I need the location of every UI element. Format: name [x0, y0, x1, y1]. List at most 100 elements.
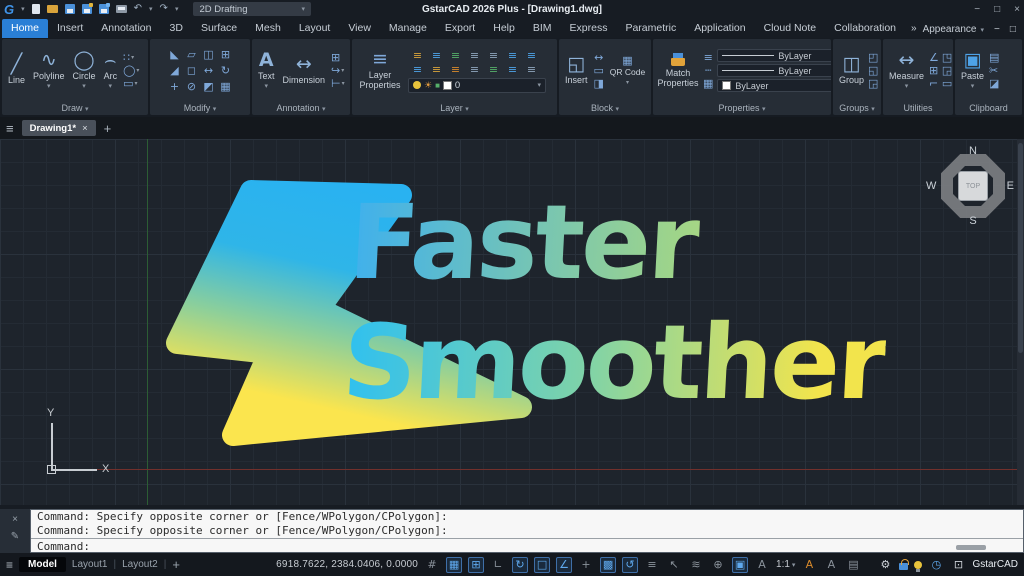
tab-insert[interactable]: Insert — [48, 19, 92, 38]
tab-drawing1[interactable]: Drawing1* × — [22, 120, 96, 136]
layer-select-dropdown[interactable]: ☀ ■ 0 ▾ — [408, 78, 546, 93]
redo-icon[interactable]: ↷ — [160, 4, 168, 14]
leader-button[interactable]: ↪▾ — [331, 65, 345, 76]
view-compass[interactable]: TOP N E S W — [934, 147, 1012, 225]
lineweight-list-icon[interactable]: ≡ — [704, 52, 713, 63]
array-button[interactable]: ⊞ — [221, 49, 230, 60]
snap-mode-toggle[interactable]: ⊞ — [468, 557, 484, 573]
paste-button[interactable]: ▣ Paste ▾ — [959, 51, 986, 91]
mirror-button[interactable]: ◫ — [203, 49, 213, 60]
new-drawing-tab-button[interactable]: + — [104, 121, 112, 136]
group-button[interactable]: ◫ Group — [837, 55, 866, 86]
doc-restore-button[interactable]: □ — [1010, 24, 1016, 35]
annotation-auto-scale-toggle[interactable]: A — [801, 557, 817, 573]
trim-button[interactable]: ↻ — [221, 65, 230, 76]
scale-button[interactable]: ⊘ — [187, 81, 196, 92]
line-button[interactable]: ╱ Line — [6, 55, 27, 86]
linetype-list-icon[interactable]: ┄ — [705, 65, 712, 76]
erase-button[interactable]: ◣ — [170, 49, 178, 60]
compass-south-label[interactable]: S — [969, 215, 976, 227]
command-scrollbar-thumb[interactable] — [956, 545, 986, 550]
tab-collaboration[interactable]: Collaboration — [825, 19, 905, 38]
undo-caret-icon[interactable]: ▾ — [149, 5, 153, 13]
panel-label-utilities[interactable]: Utilities — [883, 102, 953, 115]
lineweight-display-toggle[interactable]: ≡ — [644, 557, 660, 573]
layout2-tab[interactable]: Layout2 — [122, 559, 158, 570]
panel-label-modify[interactable]: Modify ▾ — [150, 102, 250, 115]
polar-tracking-toggle[interactable]: ↻ — [512, 557, 528, 573]
logo-caret-icon[interactable]: ▾ — [21, 5, 25, 13]
snap-tracking-toggle[interactable]: + — [578, 557, 594, 573]
restore-button[interactable]: □ — [994, 4, 1000, 15]
copy-base-button[interactable]: ◪ — [989, 78, 999, 89]
tab-mesh[interactable]: Mesh — [246, 19, 290, 38]
command-close-icon[interactable]: × — [12, 514, 18, 525]
dim-style-button[interactable]: ⊢▾ — [331, 78, 345, 89]
color-list-icon[interactable]: ▦ — [703, 78, 713, 89]
panel-label-clipboard[interactable]: Clipboard — [955, 102, 1022, 115]
tab-surface[interactable]: Surface — [192, 19, 246, 38]
tab-parametric[interactable]: Parametric — [616, 19, 685, 38]
compass-top-face[interactable]: TOP — [958, 171, 988, 201]
quick-calc-button[interactable]: ⊞ — [929, 65, 939, 76]
boundary-button[interactable]: ▭ — [942, 78, 952, 89]
group-manager-button[interactable]: ◲ — [868, 78, 878, 89]
layer-on-icon[interactable]: ≡ — [413, 50, 422, 61]
tab-view[interactable]: View — [339, 19, 380, 38]
insert-block-button[interactable]: ◱ Insert — [563, 55, 590, 86]
explode-button[interactable]: ▦ — [220, 81, 230, 92]
annotation-monitor-toggle[interactable]: A — [823, 557, 839, 573]
object-snap-toggle[interactable]: □ — [534, 557, 550, 573]
color-dropdown[interactable]: ByLayer ▾ — [717, 79, 831, 92]
doc-menu-icon[interactable]: ≡ — [6, 121, 14, 136]
grid-display-toggle[interactable]: ▦ — [446, 557, 462, 573]
save-as-icon[interactable] — [82, 4, 92, 14]
layer-off-icon[interactable]: ≡ — [432, 50, 441, 61]
arc-button[interactable]: ⌢ Arc ▾ — [102, 51, 120, 91]
undo-icon[interactable]: ↶ — [134, 4, 142, 14]
point-style-button[interactable]: ◳ — [942, 52, 952, 63]
drawing-tab-close-icon[interactable]: × — [82, 123, 88, 134]
panel-label-properties[interactable]: Properties ▾ — [653, 102, 831, 115]
panel-label-groups[interactable]: Groups ▾ — [833, 102, 881, 115]
group-edit-button[interactable]: ◱ — [868, 65, 878, 76]
panel-label-block[interactable]: Block ▾ — [559, 102, 651, 115]
layer-walk-icon[interactable]: ≡ — [508, 64, 517, 75]
workspace-dropdown[interactable]: 2D Drafting ▾ — [193, 2, 311, 16]
doc-minimize-button[interactable]: − — [994, 24, 1000, 35]
layer-unisolate-icon[interactable]: ≡ — [470, 50, 479, 61]
compass-west-label[interactable]: W — [926, 180, 936, 192]
tab-bim[interactable]: BIM — [524, 19, 561, 38]
panel-label-layer[interactable]: Layer ▾ — [352, 102, 557, 115]
tab-manage[interactable]: Manage — [380, 19, 436, 38]
plot-icon[interactable] — [116, 5, 127, 13]
app-logo[interactable]: G — [4, 3, 14, 16]
hardware-acceleration-toggle[interactable]: ▣ — [732, 557, 748, 573]
stretch-button[interactable]: ◩ — [203, 81, 213, 92]
match-properties-button[interactable]: Match Properties — [657, 53, 699, 89]
open-file-icon[interactable] — [47, 5, 58, 13]
panel-label-draw[interactable]: Draw ▾ — [2, 102, 148, 115]
new-file-icon[interactable] — [32, 4, 40, 14]
layer-lock-icon[interactable]: ≡ — [451, 64, 460, 75]
tab-express[interactable]: Express — [561, 19, 617, 38]
rectangle-tool-button[interactable]: ▭▾ — [123, 78, 139, 89]
ellipse-tool-button[interactable]: ◯▾ — [123, 65, 139, 76]
annotation-visibility-toggle[interactable]: A — [754, 557, 770, 573]
layer-prev-icon[interactable]: ≡ — [413, 64, 422, 75]
qr-code-icon[interactable]: ▦ — [622, 55, 632, 66]
save-all-icon[interactable] — [99, 4, 109, 14]
compass-north-label[interactable]: N — [969, 145, 977, 157]
offset-button[interactable]: ↔ — [204, 65, 213, 76]
command-window[interactable]: Command: Specify opposite corner or [Fen… — [30, 509, 1024, 553]
dynamic-ucs-toggle[interactable]: ↺ — [622, 557, 638, 573]
edit-block-button[interactable]: ◨ — [594, 78, 604, 89]
clean-screen-icon[interactable]: ◷ — [928, 557, 944, 573]
layer-match-icon[interactable]: ≡ — [527, 50, 536, 61]
move-button[interactable]: ◢ — [170, 65, 178, 76]
full-screen-icon[interactable]: ⊡ — [950, 557, 966, 573]
model-tab[interactable]: Model — [19, 557, 66, 572]
table-button[interactable]: ⊞ — [331, 52, 345, 63]
tab-annotation[interactable]: Annotation — [92, 19, 160, 38]
layer-merge-icon[interactable]: ≡ — [489, 64, 498, 75]
